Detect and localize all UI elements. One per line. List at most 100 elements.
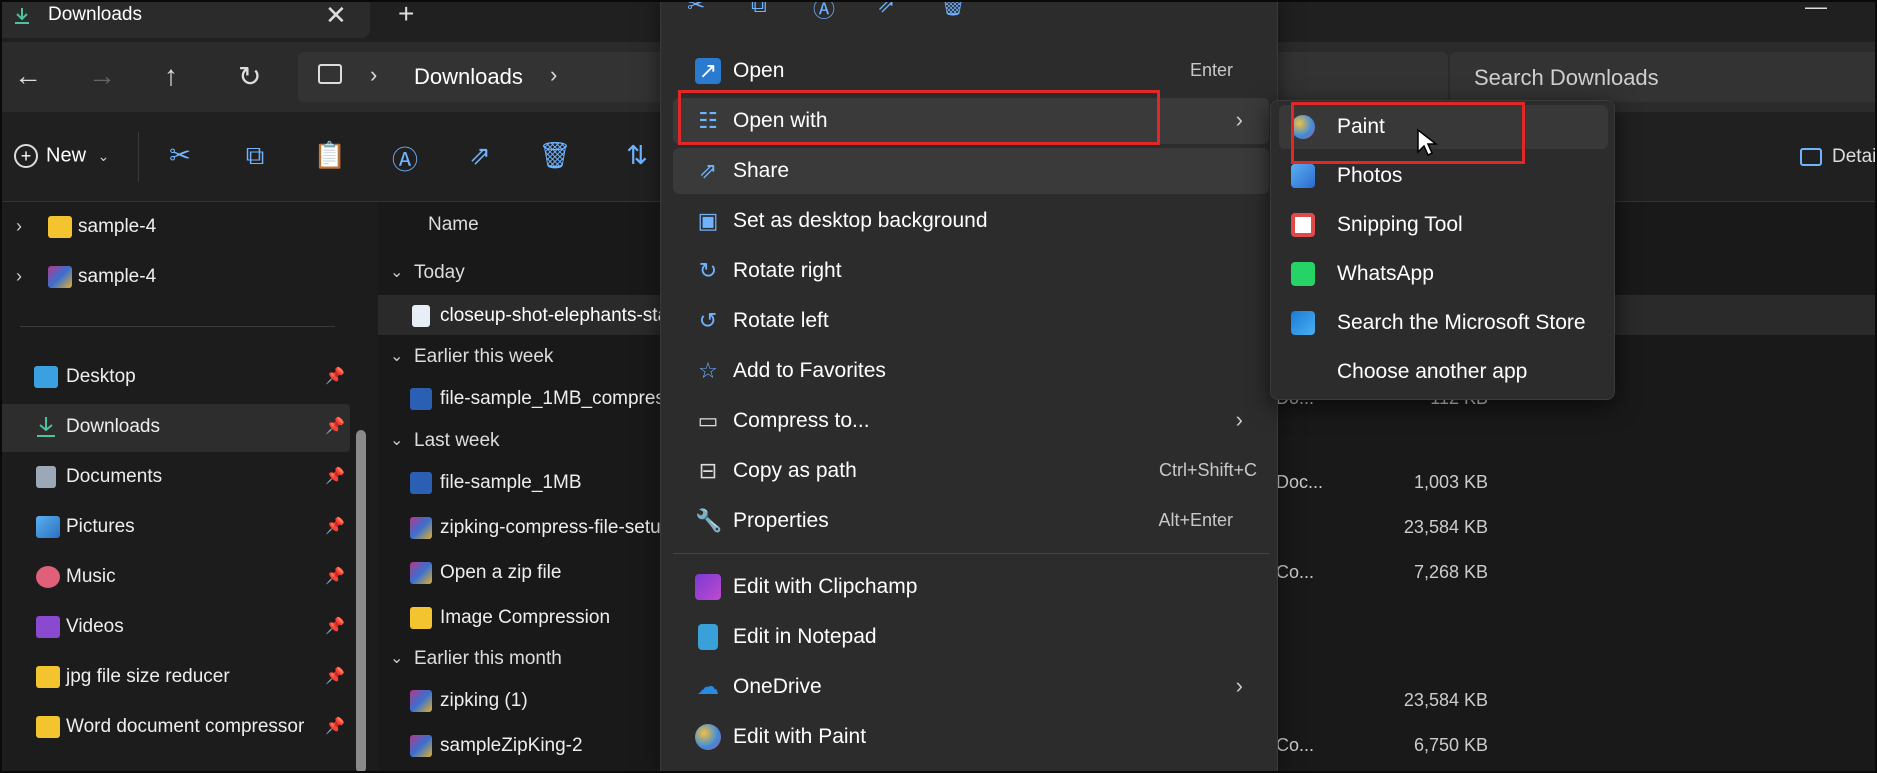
delete-icon[interactable]: 🗑	[538, 140, 572, 174]
sidebar-scrollbar[interactable]	[356, 430, 366, 773]
sidebar-item-jpg-file-size-reducer[interactable]: jpg file size reducer 📌	[0, 654, 350, 702]
documents-icon	[36, 466, 56, 488]
sidebar-item-videos[interactable]: Videos 📌	[0, 604, 350, 652]
menu-item-label: Compress to...	[733, 409, 870, 432]
sidebar-item-music[interactable]: Music 📌	[0, 554, 350, 602]
chevron-right-icon[interactable]: ›	[16, 216, 22, 237]
chevron-down-icon[interactable]: ⌄	[390, 262, 403, 282]
sidebar-item-sample-4-folder[interactable]: › sample-4	[0, 204, 350, 252]
menu-item-edit-with-clipchamp[interactable]: Edit with Clipchamp	[673, 564, 1269, 610]
rename-icon[interactable]: Ⓐ	[813, 0, 835, 24]
microsoft-store-icon	[1291, 311, 1315, 335]
menu-item-open[interactable]: ↗ Open Enter	[673, 48, 1269, 94]
word-icon	[410, 472, 432, 494]
chevron-down-icon[interactable]: ⌄	[390, 346, 403, 366]
file-name: closeup-shot-elephants-sta	[440, 305, 669, 326]
pin-icon[interactable]: 📌	[325, 416, 345, 436]
winrar-icon	[48, 266, 72, 288]
pin-icon[interactable]: 📌	[325, 366, 345, 386]
sidebar-item-sample-4-archive[interactable]: › sample-4	[0, 254, 350, 302]
sort-icon[interactable]: ⇅	[620, 140, 654, 174]
chevron-right-icon: ›	[1235, 107, 1243, 132]
menu-item-edit-with-paint[interactable]: Edit with Paint	[673, 714, 1269, 760]
submenu-item-search-microsoft-store[interactable]: Search the Microsoft Store	[1279, 301, 1608, 345]
divider	[20, 326, 335, 327]
desktop-icon	[34, 366, 58, 388]
search-input[interactable]: Search Downloads	[1450, 52, 1877, 102]
menu-item-onedrive[interactable]: ☁ OneDrive ›	[673, 664, 1269, 710]
pin-icon[interactable]: 📌	[325, 566, 345, 586]
clipchamp-icon	[695, 574, 721, 600]
back-button[interactable]: ←	[14, 60, 42, 92]
sidebar-item-pictures[interactable]: Pictures 📌	[0, 504, 350, 552]
breadcrumb-chevron-icon[interactable]: ›	[550, 62, 557, 88]
sidebar-item-downloads[interactable]: Downloads 📌	[0, 404, 350, 452]
refresh-button[interactable]: ↻	[238, 60, 261, 93]
menu-item-share[interactable]: ⇗ Share	[673, 148, 1269, 194]
tab-downloads[interactable]: Downloads ✕	[0, 0, 370, 38]
chevron-right-icon: ›	[1235, 673, 1243, 698]
winrar-icon	[410, 690, 432, 712]
file-type: Co...	[1276, 562, 1315, 582]
pin-icon[interactable]: 📌	[325, 616, 345, 636]
copy-icon[interactable]: ⧉	[751, 0, 767, 18]
submenu-item-whatsapp[interactable]: WhatsApp	[1279, 252, 1608, 296]
details-pane-button[interactable]: Detai	[1800, 146, 1876, 168]
up-button[interactable]: ↑	[164, 60, 178, 92]
cut-icon[interactable]: ✂	[163, 140, 197, 174]
music-icon	[36, 566, 60, 588]
menu-item-label: Copy as path	[733, 459, 857, 482]
menu-item-rotate-right[interactable]: ↻ Rotate right	[673, 248, 1269, 294]
context-menu-quick-actions: ✂ ⧉ Ⓐ ⇗ 🗑	[661, 0, 1279, 30]
forward-button[interactable]: →	[88, 60, 116, 92]
download-icon	[37, 417, 55, 437]
share-icon[interactable]: ⇗	[463, 140, 497, 174]
copy-icon[interactable]: ⧉	[238, 140, 272, 174]
chevron-down-icon[interactable]: ⌄	[390, 430, 403, 450]
menu-item-open-with[interactable]: ☷ Open with ›	[673, 98, 1269, 144]
pin-icon[interactable]: 📌	[325, 716, 345, 736]
this-pc-icon[interactable]	[318, 64, 342, 84]
file-type: Co...	[1276, 735, 1315, 755]
submenu-item-paint[interactable]: Paint	[1279, 105, 1608, 149]
menu-item-properties[interactable]: 🔧 Properties Alt+Enter	[673, 498, 1269, 544]
menu-item-copy-as-path[interactable]: ⊟ Copy as path Ctrl+Shift+C	[673, 448, 1269, 494]
pin-icon[interactable]: 📌	[325, 516, 345, 536]
menu-item-compress-to[interactable]: ▭ Compress to... ›	[673, 398, 1269, 444]
sidebar-item-label: Desktop	[66, 366, 136, 387]
onedrive-icon: ☁	[697, 674, 719, 699]
menu-item-rotate-left[interactable]: ↺ Rotate left	[673, 298, 1269, 344]
menu-item-add-to-favorites[interactable]: ☆ Add to Favorites	[673, 348, 1269, 394]
submenu-item-label: Photos	[1337, 164, 1403, 187]
chevron-right-icon[interactable]: ›	[16, 266, 22, 287]
minimize-button[interactable]: —	[1805, 0, 1827, 20]
menu-item-label: Open	[733, 59, 785, 82]
new-button[interactable]: + New ⌄	[14, 144, 109, 168]
paste-icon[interactable]: 📋	[313, 140, 347, 174]
pin-icon[interactable]: 📌	[325, 466, 345, 486]
sidebar-item-word-document-compressor[interactable]: Word document compressor 📌	[0, 704, 350, 752]
file-name: file-sample_1MB_compress	[440, 388, 675, 409]
sidebar-item-documents[interactable]: Documents 📌	[0, 454, 350, 502]
delete-icon[interactable]: 🗑	[939, 0, 967, 18]
sidebar-item-label: Videos	[66, 616, 124, 637]
menu-item-edit-in-notepad[interactable]: Edit in Notepad	[673, 614, 1269, 660]
share-icon: ⇗	[698, 158, 718, 183]
tab-close-button[interactable]: ✕	[325, 0, 347, 31]
column-header-name[interactable]: Name	[428, 214, 479, 236]
submenu-item-choose-another-app[interactable]: Choose another app	[1279, 350, 1608, 394]
file-size: 23,584 KB	[1403, 517, 1488, 537]
menu-item-set-as-desktop-background[interactable]: ▣ Set as desktop background	[673, 198, 1269, 244]
submenu-item-snipping-tool[interactable]: Snipping Tool	[1279, 203, 1608, 247]
chevron-down-icon[interactable]: ⌄	[390, 648, 403, 668]
rename-icon[interactable]: Ⓐ	[388, 140, 422, 175]
pin-icon[interactable]: 📌	[325, 666, 345, 686]
submenu-item-photos[interactable]: Photos	[1279, 154, 1608, 198]
breadcrumb-chevron-icon[interactable]: ›	[370, 62, 377, 88]
new-tab-button[interactable]: +	[398, 0, 414, 30]
sidebar-item-desktop[interactable]: Desktop 📌	[0, 354, 350, 402]
share-icon[interactable]: ⇗	[877, 0, 895, 18]
image-file-icon	[412, 305, 430, 327]
cut-icon[interactable]: ✂	[687, 0, 705, 18]
breadcrumb-downloads[interactable]: Downloads	[414, 64, 523, 90]
